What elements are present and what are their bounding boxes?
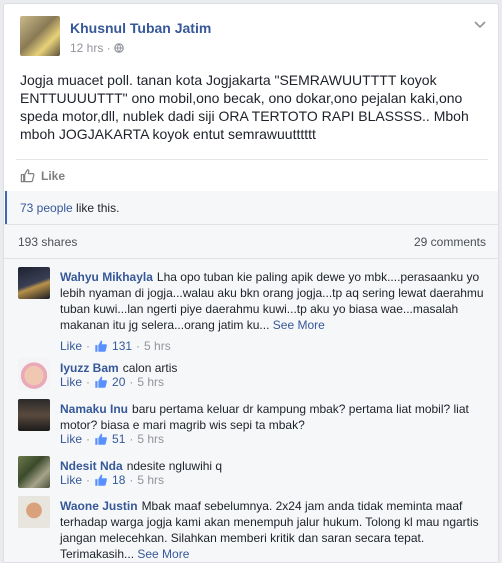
likes-summary: 73 people like this. — [5, 191, 498, 224]
likes-count-link[interactable]: 73 people — [20, 201, 73, 215]
comment-body: Wahyu Mikhayla Lha opo tuban kie paling a… — [60, 269, 488, 333]
share-stats-row: 193 shares 29 comments — [4, 224, 498, 258]
thumbs-up-icon — [95, 376, 107, 388]
shares-count[interactable]: 193 shares — [18, 235, 77, 249]
comment-actions: Like · 18 · 5 hrs — [60, 473, 164, 487]
comment-like-link[interactable]: Like — [60, 432, 82, 446]
thumbs-up-icon — [95, 340, 107, 352]
comment-avatar[interactable] — [18, 358, 50, 390]
comment-time[interactable]: 5 hrs — [144, 339, 171, 353]
comment-body: Waone Justin Mbak maaf sebelumnya. 2x24 j… — [60, 498, 488, 562]
comment-avatar[interactable] — [18, 496, 50, 528]
comment-actions: Like · 20 · 5 hrs — [60, 375, 164, 389]
post-text: Jogja muacet poll. tanan kota Jogjakarta… — [20, 72, 473, 142]
comment-time[interactable]: 5 hrs — [137, 375, 164, 389]
comment-like-count[interactable]: 51 — [112, 432, 125, 446]
thumbs-up-icon — [95, 474, 107, 486]
comment-like-count[interactable]: 131 — [112, 339, 132, 353]
comment-dot: · — [86, 473, 91, 487]
author-name[interactable]: Khusnul Tuban Jatim — [70, 20, 211, 36]
comment-dot: · — [129, 375, 134, 389]
post-card: Khusnul Tuban Jatim 12 hrs · Jogja muace… — [3, 3, 499, 563]
comment-body: Iyuzz Bam calon artis — [60, 360, 488, 376]
post-meta: 12 hrs · — [70, 41, 124, 55]
comment-body: Namaku Inu baru pertama keluar dr kampung… — [60, 401, 488, 433]
post-time[interactable]: 12 hrs — [70, 41, 103, 55]
comment-actions: Like · 131 · 5 hrs — [60, 339, 171, 353]
author-avatar[interactable] — [20, 16, 60, 56]
comment-author[interactable]: Wahyu Mikhayla — [60, 270, 153, 284]
comment-avatar[interactable] — [18, 399, 50, 431]
chevron-down-icon[interactable] — [472, 16, 488, 32]
comment-dot: · — [129, 473, 134, 487]
see-more-link[interactable]: See More — [137, 547, 189, 561]
comments-list: Wahyu Mikhayla Lha opo tuban kie paling a… — [4, 258, 498, 562]
comment-dot: · — [129, 432, 134, 446]
meta-separator: · — [106, 41, 111, 55]
comment-like-link[interactable]: Like — [60, 473, 82, 487]
see-more-link[interactable]: See More — [273, 318, 325, 332]
comments-count[interactable]: 29 comments — [414, 235, 486, 249]
comment-dot: · — [86, 375, 91, 389]
comment-author[interactable]: Waone Justin — [60, 499, 138, 513]
comment-dot: · — [136, 339, 141, 353]
post-action-bar: Like — [16, 159, 488, 191]
comment-time[interactable]: 5 hrs — [137, 473, 164, 487]
comment-dot: · — [86, 432, 91, 446]
comment-author[interactable]: Iyuzz Bam — [60, 361, 119, 375]
post-header: Khusnul Tuban Jatim 12 hrs · — [4, 4, 498, 64]
like-button-label: Like — [41, 168, 66, 183]
comment-text: ndesite ngluwihi q — [126, 459, 223, 473]
comment-author[interactable]: Namaku Inu — [60, 402, 128, 416]
thumbs-up-icon — [95, 433, 107, 445]
comment-actions: Like · 51 · 5 hrs — [60, 432, 164, 446]
likes-suffix: like this. — [72, 201, 120, 215]
thumbs-up-icon — [20, 169, 35, 183]
comment-text: calon artis — [122, 361, 178, 375]
comment-avatar[interactable] — [18, 267, 50, 299]
comment-body: Ndesit Nda ndesite ngluwihi q — [60, 458, 488, 474]
comment-like-count[interactable]: 20 — [112, 375, 125, 389]
comment-avatar[interactable] — [18, 456, 50, 488]
comment-author[interactable]: Ndesit Nda — [60, 459, 123, 473]
globe-icon — [114, 43, 124, 53]
comment-dot: · — [86, 339, 91, 353]
like-button[interactable]: Like — [16, 168, 65, 183]
comment-like-link[interactable]: Like — [60, 375, 82, 389]
comment-time[interactable]: 5 hrs — [137, 432, 164, 446]
comment-like-link[interactable]: Like — [60, 339, 82, 353]
comment-like-count[interactable]: 18 — [112, 473, 125, 487]
